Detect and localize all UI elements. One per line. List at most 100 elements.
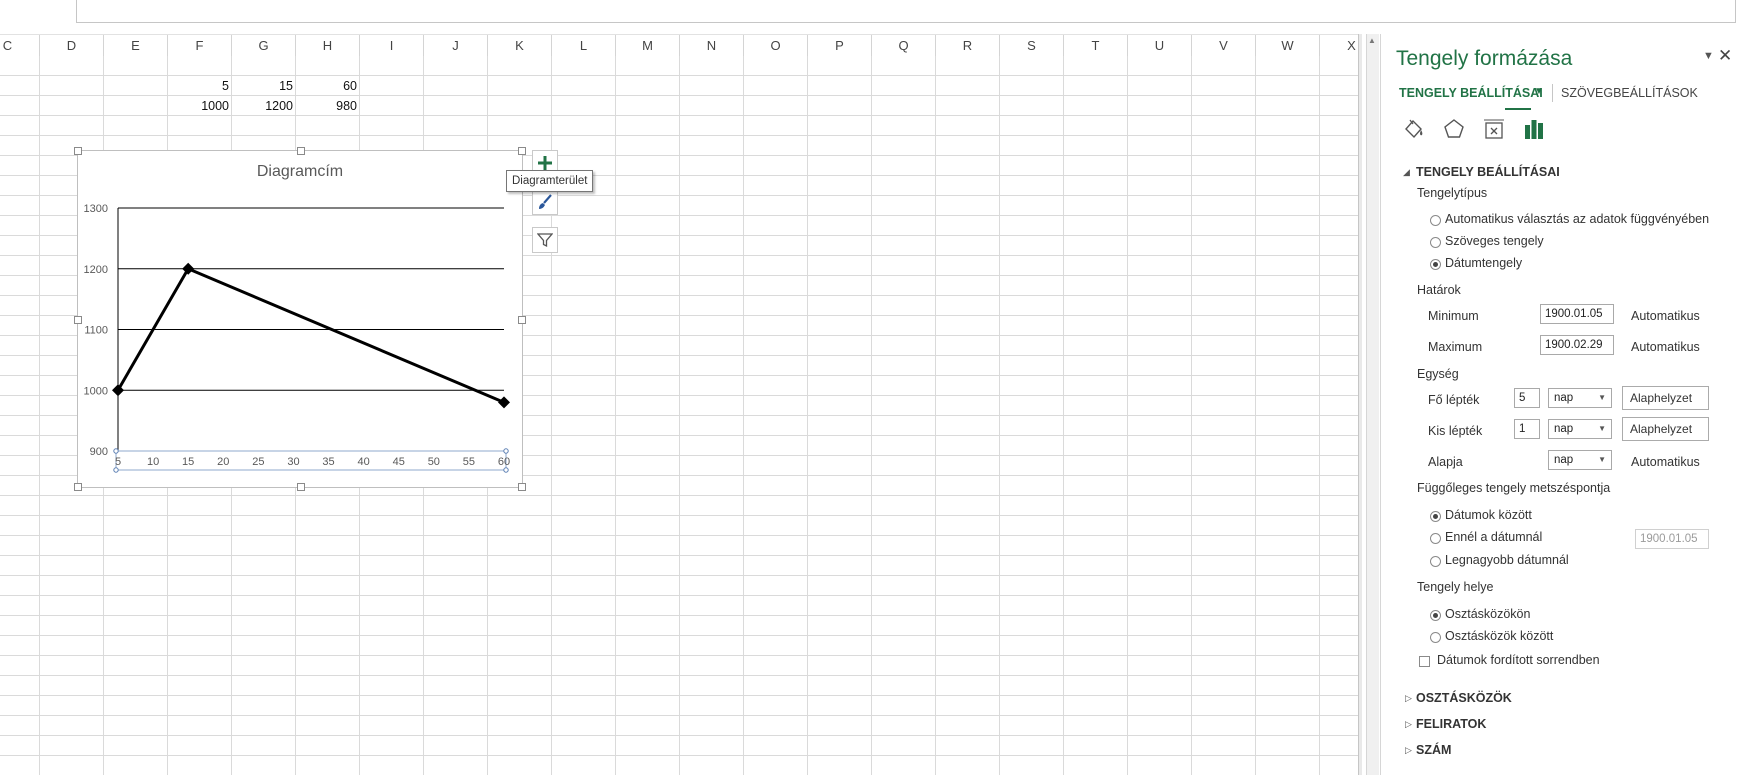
x-tick-label[interactable]: 35 bbox=[322, 456, 334, 468]
chart-styles-button[interactable] bbox=[532, 189, 558, 215]
x-tick-label[interactable]: 55 bbox=[463, 456, 475, 468]
x-tick-label[interactable]: 30 bbox=[287, 456, 299, 468]
column-header-M[interactable]: M bbox=[616, 35, 680, 56]
axis-selection-handle[interactable] bbox=[503, 448, 509, 454]
data-point-marker[interactable] bbox=[182, 262, 195, 275]
radio-at-date-label[interactable]: Ennél a dátumnál bbox=[1445, 530, 1542, 544]
radio-auto-label[interactable]: Automatikus választás az adatok függvény… bbox=[1445, 212, 1709, 226]
chart-plot[interactable]: 900 1000 1100 1200 1300 5 10 15 20 25 30 35 40 45 50 55… bbox=[78, 151, 524, 489]
reverse-order-label[interactable]: Dátumok fordított sorrendben bbox=[1437, 653, 1600, 667]
x-tick-label[interactable]: 5 bbox=[115, 456, 121, 468]
radio-between-dates-label[interactable]: Dátumok között bbox=[1445, 508, 1532, 522]
bar-chart-icon[interactable] bbox=[1519, 114, 1549, 144]
radio-max-date-label[interactable]: Legnagyobb dátumnál bbox=[1445, 553, 1569, 567]
minimum-input[interactable]: 1900.01.05 bbox=[1540, 304, 1614, 324]
column-header-T[interactable]: T bbox=[1064, 35, 1128, 56]
radio-between-tick-marks-label[interactable]: Osztásközök között bbox=[1445, 629, 1553, 643]
column-header-H[interactable]: H bbox=[296, 35, 360, 56]
minor-reset-button[interactable]: Alaphelyzet bbox=[1622, 417, 1709, 441]
x-tick-label[interactable]: 45 bbox=[393, 456, 405, 468]
size-properties-icon[interactable] bbox=[1479, 114, 1509, 144]
grid-vertical-scrollbar[interactable] bbox=[1358, 34, 1362, 775]
section-tick-marks[interactable]: OSZTÁSKÖZÖK bbox=[1416, 691, 1512, 705]
resize-handle-sw[interactable] bbox=[74, 483, 82, 491]
resize-handle-s[interactable] bbox=[297, 483, 305, 491]
resize-handle-e[interactable] bbox=[518, 316, 526, 324]
column-header-V[interactable]: V bbox=[1192, 35, 1256, 56]
column-header-K[interactable]: K bbox=[488, 35, 552, 56]
radio-text-axis[interactable] bbox=[1430, 237, 1441, 248]
radio-date-axis-label[interactable]: Dátumtengely bbox=[1445, 256, 1522, 270]
x-tick-label[interactable]: 20 bbox=[217, 456, 229, 468]
resize-handle-ne[interactable] bbox=[518, 147, 526, 155]
section-number[interactable]: SZÁM bbox=[1416, 743, 1451, 757]
major-unit-dropdown[interactable]: nap ▼ bbox=[1548, 388, 1612, 408]
axis-selection-handle[interactable] bbox=[113, 467, 119, 473]
chart-filters-button[interactable] bbox=[532, 227, 558, 253]
major-reset-button[interactable]: Alaphelyzet bbox=[1622, 386, 1709, 410]
radio-on-tick-marks[interactable] bbox=[1430, 610, 1441, 621]
cell-H1[interactable]: 60 bbox=[296, 76, 360, 96]
x-tick-label[interactable]: 60 bbox=[498, 456, 510, 468]
column-header-I[interactable]: I bbox=[360, 35, 424, 56]
radio-on-tick-marks-label[interactable]: Osztásközökön bbox=[1445, 607, 1530, 621]
column-header-O[interactable]: O bbox=[744, 35, 808, 56]
resize-handle-w[interactable] bbox=[74, 316, 82, 324]
chart-area[interactable]: Diagramcím 900 1000 1100 1200 1300 5 10 15 20 25 3… bbox=[74, 147, 526, 491]
resize-handle-nw[interactable] bbox=[74, 147, 82, 155]
pane-scrollbar[interactable] bbox=[1366, 34, 1379, 775]
collapse-triangle-icon[interactable]: ◢ bbox=[1403, 167, 1410, 178]
radio-between-dates[interactable] bbox=[1430, 511, 1441, 522]
column-header-J[interactable]: J bbox=[424, 35, 488, 56]
cell-G1[interactable]: 15 bbox=[232, 76, 296, 96]
pane-options-dropdown-icon[interactable]: ▼ bbox=[1703, 50, 1714, 62]
column-header-R[interactable]: R bbox=[936, 35, 1000, 56]
section-labels[interactable]: FELIRATOK bbox=[1416, 717, 1486, 731]
radio-auto[interactable] bbox=[1430, 215, 1441, 226]
column-header-L[interactable]: L bbox=[552, 35, 616, 56]
column-header-E[interactable]: E bbox=[104, 35, 168, 56]
major-unit-input[interactable]: 5 bbox=[1514, 388, 1540, 408]
column-header-Q[interactable]: Q bbox=[872, 35, 936, 56]
column-header-F[interactable]: F bbox=[168, 35, 232, 56]
radio-at-date[interactable] bbox=[1430, 533, 1441, 544]
cell-F1[interactable]: 5 bbox=[168, 76, 232, 96]
pentagon-icon[interactable] bbox=[1439, 114, 1469, 144]
minor-unit-input[interactable]: 1 bbox=[1514, 419, 1540, 439]
expand-triangle-icon[interactable]: ▷ bbox=[1405, 745, 1412, 756]
axis-selection-handle[interactable] bbox=[503, 467, 509, 473]
radio-between-tick-marks[interactable] bbox=[1430, 632, 1441, 643]
resize-handle-n[interactable] bbox=[297, 147, 305, 155]
radio-text-axis-label[interactable]: Szöveges tengely bbox=[1445, 234, 1544, 248]
cell-F2[interactable]: 1000 bbox=[168, 96, 232, 116]
radio-date-axis[interactable] bbox=[1430, 259, 1441, 270]
x-tick-label[interactable]: 40 bbox=[358, 456, 370, 468]
cell-G2[interactable]: 1200 bbox=[232, 96, 296, 116]
expand-triangle-icon[interactable]: ▷ bbox=[1405, 719, 1412, 730]
x-tick-label[interactable]: 25 bbox=[252, 456, 264, 468]
section-axis-options[interactable]: TENGELY BEÁLLÍTÁSAI bbox=[1416, 165, 1560, 179]
base-unit-dropdown[interactable]: nap ▼ bbox=[1548, 450, 1612, 470]
maximum-input[interactable]: 1900.02.29 bbox=[1540, 335, 1614, 355]
tab-axis-options[interactable]: TENGELY BEÁLLÍTÁSAI bbox=[1399, 86, 1543, 100]
close-icon[interactable]: ✕ bbox=[1718, 46, 1732, 66]
tab-text-options[interactable]: SZÖVEGBEÁLLÍTÁSOK bbox=[1561, 86, 1698, 100]
expand-triangle-icon[interactable]: ▷ bbox=[1405, 693, 1412, 704]
column-header-S[interactable]: S bbox=[1000, 35, 1064, 56]
x-tick-label[interactable]: 10 bbox=[147, 456, 159, 468]
column-header-N[interactable]: N bbox=[680, 35, 744, 56]
column-header-P[interactable]: P bbox=[808, 35, 872, 56]
radio-max-date[interactable] bbox=[1430, 556, 1441, 567]
chevron-down-icon[interactable]: ▼ bbox=[1534, 86, 1544, 97]
x-tick-label[interactable]: 15 bbox=[182, 456, 194, 468]
cell-H2[interactable]: 980 bbox=[296, 96, 360, 116]
x-tick-label[interactable]: 50 bbox=[428, 456, 440, 468]
column-header-G[interactable]: G bbox=[232, 35, 296, 56]
column-header-W[interactable]: W bbox=[1256, 35, 1320, 56]
resize-handle-se[interactable] bbox=[518, 483, 526, 491]
data-point-marker[interactable] bbox=[498, 396, 510, 409]
reverse-order-checkbox[interactable] bbox=[1419, 656, 1430, 667]
formula-bar[interactable] bbox=[76, 0, 1736, 23]
data-point-marker[interactable] bbox=[112, 384, 124, 397]
series-line[interactable] bbox=[116, 266, 505, 404]
